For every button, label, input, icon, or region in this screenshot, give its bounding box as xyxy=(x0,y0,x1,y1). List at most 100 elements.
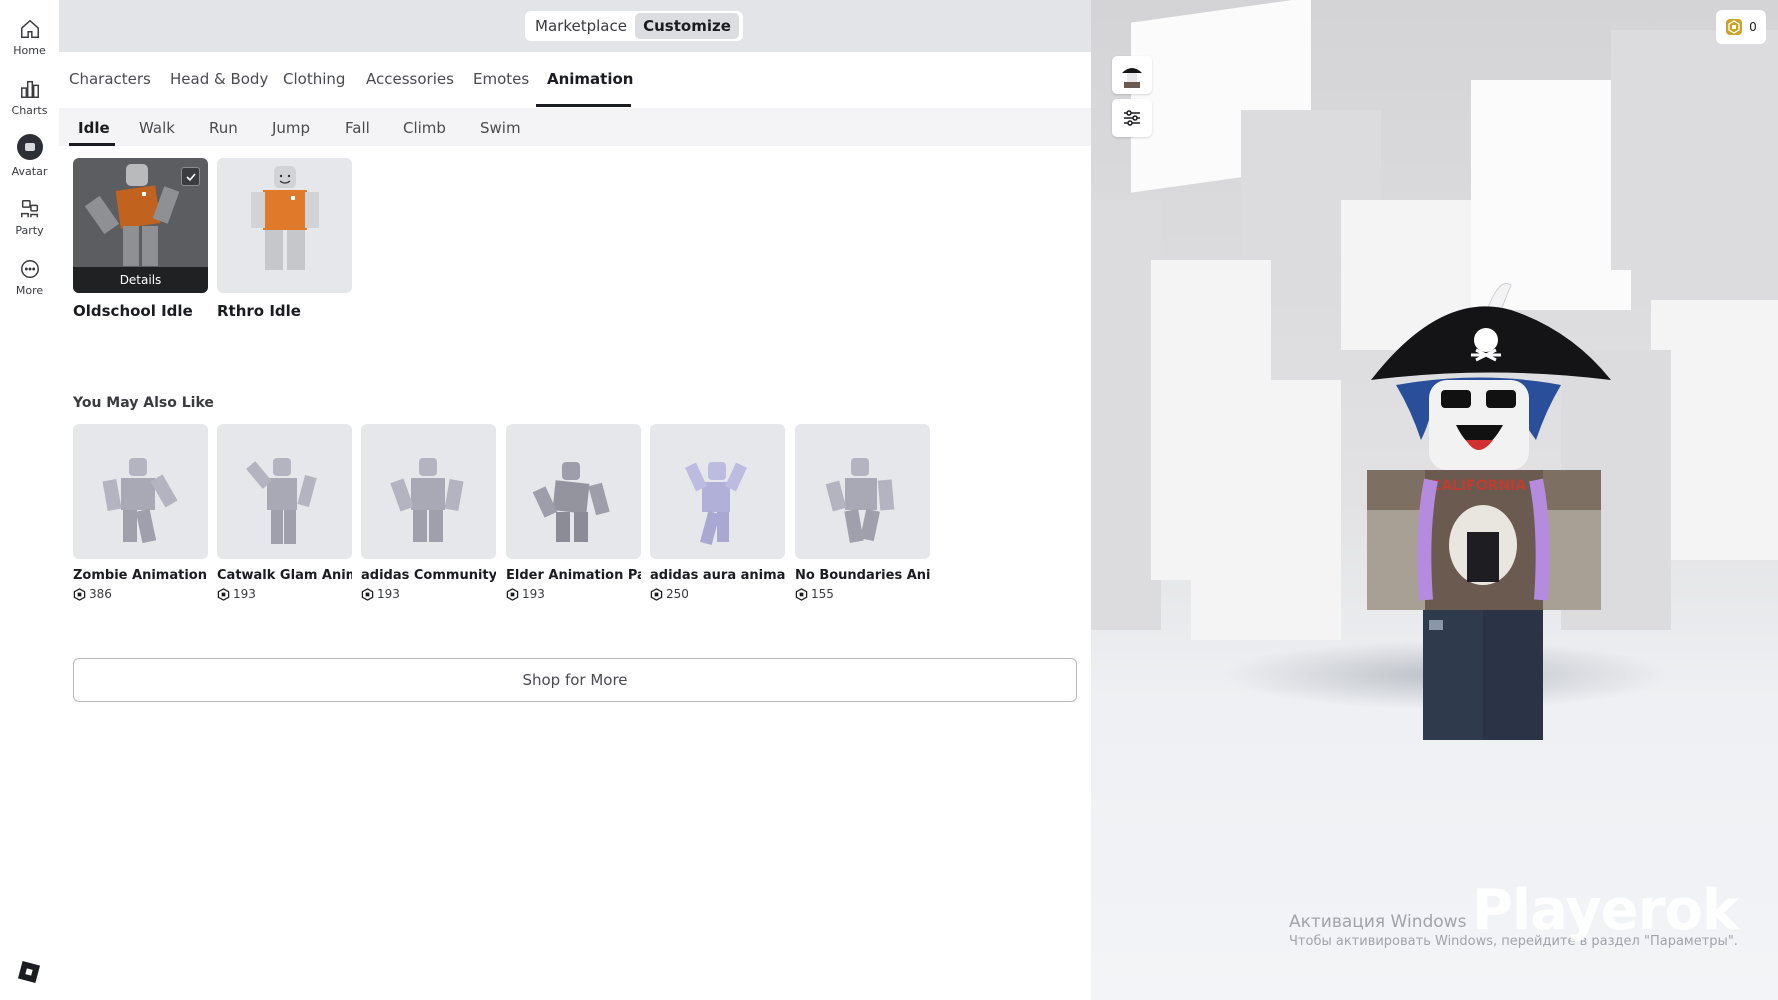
recommend-item-card[interactable]: adidas aura animati... 250 xyxy=(650,424,785,601)
recommend-item-card[interactable]: adidas Community ... 193 xyxy=(361,424,496,601)
adidas-community-figure xyxy=(390,458,464,542)
avatar-icon xyxy=(16,134,43,160)
robux-gold-icon xyxy=(1726,19,1743,35)
item-thumbnail[interactable] xyxy=(650,424,785,559)
robux-icon xyxy=(217,587,230,601)
customize-panel: Characters Head & Body Clothing Accessor… xyxy=(59,52,1091,1000)
tab-head-body[interactable]: Head & Body xyxy=(170,70,268,88)
avatar-model[interactable]: CALIFORNIA xyxy=(1271,270,1691,740)
robux-icon xyxy=(73,587,86,601)
avatar-3d-viewport[interactable]: CALIFORNIA 0 Активация Windows Чтобы акт… xyxy=(1091,0,1778,1000)
mode-toggle: Marketplace Customize xyxy=(525,11,743,41)
item-name: Elder Animation Pa... xyxy=(506,568,641,583)
outfit-thumbnail-button[interactable] xyxy=(1112,56,1152,94)
playerok-watermark: Playerok xyxy=(1472,878,1739,943)
item-thumbnail[interactable] xyxy=(73,424,208,559)
subtab-run[interactable]: Run xyxy=(209,119,238,137)
item-price: 386 xyxy=(73,587,208,601)
marketplace-toggle[interactable]: Marketplace xyxy=(527,13,635,39)
subtab-idle[interactable]: Idle xyxy=(78,119,110,137)
robux-balance: 0 xyxy=(1749,20,1757,34)
item-thumbnail[interactable] xyxy=(217,158,352,293)
recommend-item-card[interactable]: Elder Animation Pa... 193 xyxy=(506,424,641,601)
item-name: Rthro Idle xyxy=(217,302,301,320)
party-icon xyxy=(20,200,38,218)
item-thumbnail[interactable]: Details xyxy=(73,158,208,293)
selected-check-icon[interactable] xyxy=(181,167,200,186)
item-price-value: 193 xyxy=(377,587,400,601)
item-thumbnail[interactable] xyxy=(506,424,641,559)
recommend-item-card[interactable]: Catwalk Glam Anim... 193 xyxy=(217,424,352,601)
item-price: 250 xyxy=(650,587,785,601)
nav-avatar[interactable]: Avatar xyxy=(0,132,59,188)
item-price: 193 xyxy=(217,587,352,601)
charts-icon xyxy=(20,80,39,98)
nav-party[interactable]: Party xyxy=(0,194,59,250)
item-price-value: 155 xyxy=(811,587,834,601)
tab-characters[interactable]: Characters xyxy=(69,70,151,88)
subtab-swim[interactable]: Swim xyxy=(480,119,521,137)
item-price: 193 xyxy=(361,587,496,601)
subtab-jump[interactable]: Jump xyxy=(272,119,310,137)
category-tabs: Characters Head & Body Clothing Accessor… xyxy=(59,52,1091,108)
item-thumbnail[interactable] xyxy=(361,424,496,559)
home-icon xyxy=(20,19,39,38)
elder-figure xyxy=(532,462,610,542)
shop-for-more-button[interactable]: Shop for More xyxy=(73,658,1077,702)
nav-home[interactable]: Home xyxy=(0,14,59,70)
item-name: Zombie Animation ... xyxy=(73,568,208,583)
item-thumbnail[interactable] xyxy=(217,424,352,559)
tab-animation[interactable]: Animation xyxy=(547,70,633,88)
animation-subtabs: Idle Walk Run Jump Fall Climb Swim xyxy=(59,108,1091,146)
nav-party-label: Party xyxy=(15,224,44,237)
item-name: Oldschool Idle xyxy=(73,302,193,320)
item-price: 155 xyxy=(795,587,930,601)
rthro-idle-figure xyxy=(251,166,319,270)
nav-avatar-label: Avatar xyxy=(11,165,48,178)
active-subtab-indicator xyxy=(69,143,115,146)
subtab-walk[interactable]: Walk xyxy=(139,119,175,137)
nav-more-label: More xyxy=(15,284,44,297)
nav-charts[interactable]: Charts xyxy=(0,74,59,130)
details-button[interactable]: Details xyxy=(73,267,208,293)
owned-item-card[interactable]: Details Oldschool Idle xyxy=(73,158,208,320)
recommend-item-card[interactable]: Zombie Animation ... 386 xyxy=(73,424,208,601)
top-bar: Marketplace Customize xyxy=(59,0,1091,52)
watermark-overlay: Активация Windows Чтобы активировать Win… xyxy=(1289,878,1769,949)
item-price-value: 386 xyxy=(89,587,112,601)
view-settings-button[interactable] xyxy=(1112,99,1152,137)
catwalk-figure xyxy=(246,458,317,544)
sliders-icon xyxy=(1124,110,1140,126)
item-name: adidas Community ... xyxy=(361,568,496,583)
item-price-value: 193 xyxy=(522,587,545,601)
robux-balance-button[interactable]: 0 xyxy=(1716,10,1766,44)
item-name: Catwalk Glam Anim... xyxy=(217,568,352,583)
recommend-section-title: You May Also Like xyxy=(73,395,214,411)
scene-block xyxy=(1611,30,1778,270)
svg-text:CALIFORNIA: CALIFORNIA xyxy=(1431,478,1526,494)
item-price: 193 xyxy=(506,587,641,601)
item-thumbnail[interactable] xyxy=(795,424,930,559)
active-tab-indicator xyxy=(536,104,631,107)
owned-item-card[interactable]: Rthro Idle xyxy=(217,158,352,320)
customize-toggle[interactable]: Customize xyxy=(635,13,739,39)
windows-activation-title: Активация Windows xyxy=(1289,912,1467,932)
tab-accessories[interactable]: Accessories xyxy=(366,70,454,88)
tab-emotes[interactable]: Emotes xyxy=(473,70,529,88)
nav-charts-label: Charts xyxy=(11,104,48,117)
no-boundaries-figure xyxy=(825,458,895,543)
recommend-item-card[interactable]: No Boundaries Ani... 155 xyxy=(795,424,930,601)
robux-icon xyxy=(650,587,663,601)
robux-icon xyxy=(795,587,808,601)
zombie-figure xyxy=(102,458,178,544)
roblox-logo-icon[interactable] xyxy=(17,960,41,984)
tab-clothing[interactable]: Clothing xyxy=(283,70,345,88)
robux-icon xyxy=(506,587,519,601)
nav-home-label: Home xyxy=(13,44,46,57)
subtab-fall[interactable]: Fall xyxy=(345,119,370,137)
item-price-value: 193 xyxy=(233,587,256,601)
nav-more[interactable]: More xyxy=(0,254,59,310)
left-nav-rail: Home Charts Avatar Party More xyxy=(0,0,59,1000)
item-name: adidas aura animati... xyxy=(650,568,785,583)
subtab-climb[interactable]: Climb xyxy=(403,119,446,137)
